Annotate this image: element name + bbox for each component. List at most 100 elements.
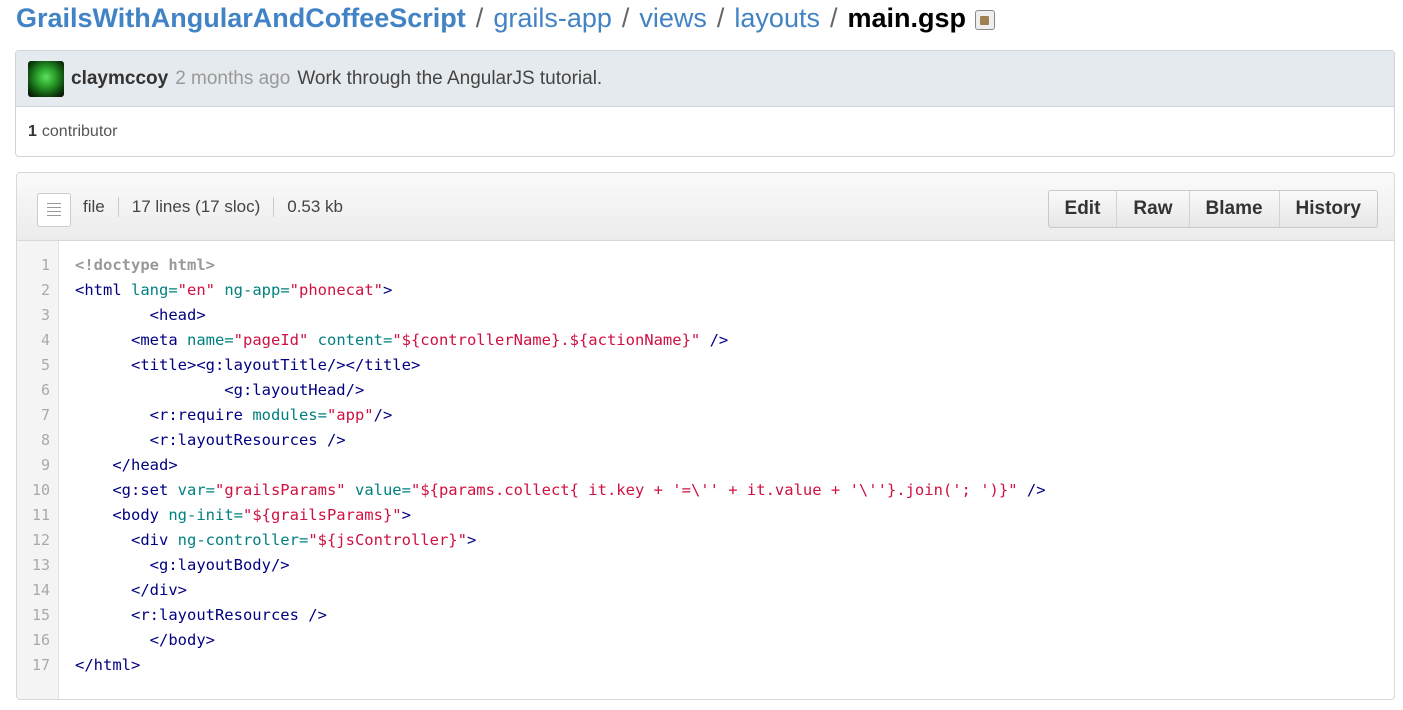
code-token-attr: ng-init= xyxy=(168,506,243,524)
file-mode: file xyxy=(83,196,105,216)
code-token-tag: <r:layoutResources /> xyxy=(75,606,327,624)
code-token-tag: <g:layoutBody/> xyxy=(75,556,290,574)
code-line: <r:require modules="app"/> xyxy=(75,403,1046,428)
line-number[interactable]: 11 xyxy=(17,503,58,528)
breadcrumb-separator: / xyxy=(716,2,725,33)
breadcrumb-file-name: main.gsp xyxy=(847,2,967,33)
code-token-tag: </div> xyxy=(75,581,187,599)
line-number[interactable]: 17 xyxy=(17,653,58,678)
history-button[interactable]: History xyxy=(1278,191,1377,227)
code-token-tag: <g:set xyxy=(75,481,178,499)
code-token-tag xyxy=(308,331,317,349)
file-info: file 17 lines (17 sloc) 0.53 kb xyxy=(83,173,343,240)
commit-header: claymccoy 2 months ago Work through the … xyxy=(16,51,1394,107)
file-actions: Edit Raw Blame History xyxy=(1047,190,1378,228)
code-token-tag xyxy=(215,281,224,299)
code-token-attr: content= xyxy=(317,331,393,349)
code-token-tag: <head> xyxy=(75,306,206,324)
blame-button[interactable]: Blame xyxy=(1188,191,1279,227)
code-line: <r:layoutResources /> xyxy=(75,603,1046,628)
line-number[interactable]: 3 xyxy=(17,303,58,328)
code-token-str: "phonecat" xyxy=(289,281,383,299)
contributors-row: 1 contributor xyxy=(16,107,1394,156)
line-number[interactable]: 15 xyxy=(17,603,58,628)
raw-button[interactable]: Raw xyxy=(1116,191,1188,227)
code-lines: <!doctype html> <html lang="en" ng-app="p… xyxy=(59,241,1046,699)
breadcrumb-dir-grails-app[interactable]: grails-app xyxy=(493,3,612,34)
line-number[interactable]: 14 xyxy=(17,578,58,603)
edit-button[interactable]: Edit xyxy=(1049,191,1117,227)
code-token-attr: var= xyxy=(177,481,215,499)
commit-message[interactable]: Work through the AngularJS tutorial. xyxy=(297,68,602,90)
file-size: 0.53 kb xyxy=(287,196,344,216)
code-token-tag: <meta xyxy=(75,331,187,349)
line-number[interactable]: 13 xyxy=(17,553,58,578)
code-token-tag xyxy=(346,481,355,499)
line-number[interactable]: 6 xyxy=(17,378,58,403)
line-number[interactable]: 16 xyxy=(17,628,58,653)
code-token-attr: lang= xyxy=(131,281,178,299)
avatar[interactable] xyxy=(28,60,64,97)
line-number[interactable]: 5 xyxy=(17,353,58,378)
code-token-tag: > xyxy=(401,506,411,524)
code-token-tag: /> xyxy=(700,331,729,349)
code-token-attr: ng-controller= xyxy=(177,531,309,549)
breadcrumb-dir-layouts[interactable]: layouts xyxy=(734,3,820,34)
code-token-str: "${controllerName}.${actionName}" xyxy=(392,331,701,349)
code-token-tag: <div xyxy=(75,531,178,549)
line-number[interactable]: 1 xyxy=(17,253,58,278)
line-number[interactable]: 4 xyxy=(17,328,58,353)
contributor-label: contributor xyxy=(41,122,118,140)
repo-link[interactable]: GrailsWithAngularAndCoffeeScript xyxy=(16,3,466,34)
code-token-tag: </body> xyxy=(75,631,215,649)
code-line: </head> xyxy=(75,453,1046,478)
code-token-tag: <body xyxy=(75,506,169,524)
code-line: <head> xyxy=(75,303,1046,328)
code-line: <g:set var="grailsParams" value="${param… xyxy=(75,478,1045,503)
file-header: file 17 lines (17 sloc) 0.53 kb Edit Raw… xyxy=(17,173,1394,241)
code-token-attr: modules= xyxy=(252,406,327,424)
code-token-tag: /> xyxy=(373,406,393,424)
code-token-tag: </html> xyxy=(75,656,141,674)
code-view: 1 2 3 4 5 6 7 8 9 10 11 12 13 14 15 16 17 <!doctype html… xyxy=(17,241,1394,699)
line-number[interactable]: 8 xyxy=(17,428,58,453)
code-line: </html> xyxy=(75,653,1046,678)
line-number[interactable]: 7 xyxy=(17,403,58,428)
code-line: <r:layoutResources /> xyxy=(75,428,1046,453)
breadcrumb-separator: / xyxy=(621,2,630,33)
line-number[interactable]: 10 xyxy=(17,478,58,503)
code-token-str: "pageId" xyxy=(233,331,309,349)
file-lines: 17 lines (17 sloc) xyxy=(131,196,261,216)
code-token-tag: <title><g:layoutTitle/></title> xyxy=(75,356,421,374)
code-line: <title><g:layoutTitle/></title> xyxy=(75,353,1046,378)
commit-box: claymccoy 2 months ago Work through the … xyxy=(15,50,1395,157)
code-line: <g:layoutHead/> xyxy=(75,378,1046,403)
code-line: <g:layoutBody/> xyxy=(75,553,1046,578)
code-token-str: "grailsParams" xyxy=(214,481,346,499)
breadcrumb-dir-views[interactable]: views xyxy=(639,3,707,34)
line-number[interactable]: 9 xyxy=(17,453,58,478)
code-token-attr: value= xyxy=(354,481,411,499)
line-numbers: 1 2 3 4 5 6 7 8 9 10 11 12 13 14 15 16 17 xyxy=(17,241,59,699)
contributor-count: 1 xyxy=(28,122,37,140)
commit-author[interactable]: claymccoy xyxy=(71,68,168,90)
line-number[interactable]: 2 xyxy=(17,278,58,303)
code-token-attr: name= xyxy=(186,331,234,349)
divider xyxy=(117,196,119,217)
code-token-str: "${jsController}" xyxy=(308,531,467,549)
code-token-tag: > xyxy=(383,281,393,299)
code-token-str: "en" xyxy=(177,281,215,299)
code-token-doc: <!doctype html> xyxy=(75,256,215,274)
code-token-attr: ng-app= xyxy=(224,281,290,299)
code-token-str: "${grailsParams}" xyxy=(242,506,402,524)
breadcrumb-separator: / xyxy=(475,2,484,33)
file-box: file 17 lines (17 sloc) 0.53 kb Edit Raw… xyxy=(16,172,1395,700)
code-token-tag: > xyxy=(466,531,477,549)
code-line: <html lang="en" ng-app="phonecat"> xyxy=(75,278,1046,303)
code-line: <!doctype html> xyxy=(75,253,1046,278)
code-line: <div ng-controller="${jsController}"> xyxy=(75,528,1046,553)
divider xyxy=(273,196,275,217)
line-number[interactable]: 12 xyxy=(17,528,58,553)
clipboard-icon[interactable] xyxy=(975,10,996,30)
code-token-tag: <r:require xyxy=(75,406,253,424)
